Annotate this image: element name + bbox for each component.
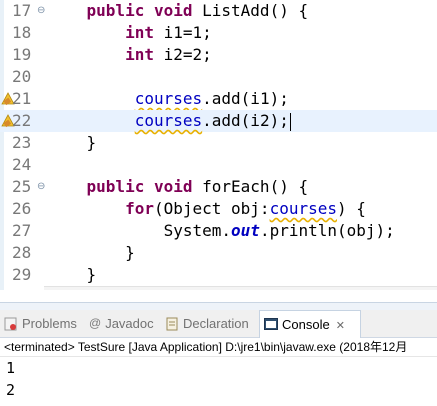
code-token: (Object obj: (153, 199, 270, 218)
code-token: System. (163, 221, 232, 240)
code-text: courses.add(i2); (48, 110, 291, 132)
code-token: .println(obj); (259, 221, 395, 240)
code-editor[interactable]: 17 ⊖ public void ListAdd() {18 int i1=1; 1… (0, 0, 437, 290)
line-number: 28 (12, 243, 32, 262)
line-number: 27 (12, 221, 32, 240)
code-token: i1=1; (153, 23, 212, 42)
javadoc-icon: @ (89, 316, 102, 331)
code-line[interactable]: 28 } (0, 242, 437, 264)
horizontal-scrollbar[interactable]: < (44, 286, 437, 290)
code-line[interactable]: 24 (0, 154, 437, 176)
scroll-left-arrow-icon[interactable]: < (50, 287, 56, 290)
code-line[interactable]: 29 } (0, 264, 437, 286)
tab-javadoc[interactable]: @ Javadoc (89, 310, 161, 337)
tab-label: Console (282, 317, 330, 332)
divider (0, 356, 437, 357)
declaration-icon (166, 317, 178, 331)
console-icon (264, 318, 278, 331)
console-output-line: 2 (6, 381, 16, 399)
code-line[interactable]: 20 (0, 66, 437, 88)
code-line[interactable]: 27 System.out.println(obj); (0, 220, 437, 242)
line-number: 19 (12, 45, 32, 64)
fold-collapse-icon[interactable]: ⊖ (37, 176, 45, 198)
code-text: int i1=1; (48, 22, 212, 44)
code-static-field: out (231, 221, 260, 240)
code-line[interactable]: 26 for(Object obj:courses) { (0, 198, 437, 220)
code-keyword: int (125, 45, 154, 64)
code-text: public void ListAdd() { (48, 0, 309, 22)
line-number: 21 (12, 89, 32, 108)
line-number: 29 (12, 265, 32, 284)
code-token: .add(i1); (202, 89, 289, 108)
code-text: for(Object obj:courses) { (48, 198, 366, 220)
code-line[interactable]: 22 courses.add(i2); (0, 110, 437, 132)
line-number: 20 (12, 67, 32, 86)
bottom-tab-bar: Problems @ Javadoc Declaration Console ✕ (0, 310, 437, 338)
console-view: <terminated> TestSure [Java Application]… (0, 338, 437, 406)
code-keyword: void (153, 1, 193, 20)
console-output-line: 1 (6, 359, 16, 377)
line-number: 25 (12, 177, 32, 196)
code-line[interactable]: 17 ⊖ public void ListAdd() { (0, 0, 437, 22)
line-number: 24 (12, 155, 32, 174)
line-number: 17 (12, 1, 32, 20)
code-text: int i2=2; (48, 44, 212, 66)
code-text: courses.add(i1); (48, 88, 289, 110)
line-number: 22 (12, 111, 32, 130)
code-token: forEach() { (192, 177, 309, 196)
fold-collapse-icon[interactable]: ⊖ (37, 0, 45, 22)
code-line[interactable]: 25 ⊖ public void forEach() { (0, 176, 437, 198)
code-text: } (48, 242, 135, 264)
code-line[interactable]: 21 courses.add(i1); (0, 88, 437, 110)
tab-label: Problems (22, 316, 77, 331)
code-token: } (125, 243, 135, 262)
code-text: System.out.println(obj); (48, 220, 395, 242)
code-keyword: for (125, 199, 154, 218)
tab-declaration[interactable]: Declaration (166, 310, 258, 337)
code-text: } (48, 264, 97, 286)
code-line[interactable]: 23 } (0, 132, 437, 154)
code-text: } (48, 132, 97, 154)
tab-console[interactable]: Console ✕ (259, 310, 361, 338)
code-token: i2=2; (153, 45, 212, 64)
code-text: public void forEach() { (48, 176, 309, 198)
code-token: ) { (337, 199, 366, 218)
code-line[interactable]: 18 int i1=1; (0, 22, 437, 44)
line-number: 26 (12, 199, 32, 218)
code-keyword: int (125, 23, 154, 42)
tab-label: Declaration (183, 316, 249, 331)
console-status: <terminated> TestSure [Java Application]… (4, 340, 408, 354)
code-keyword: public (86, 1, 145, 20)
close-icon[interactable]: ✕ (336, 320, 345, 332)
code-token: } (86, 265, 97, 284)
code-keyword: void (153, 177, 193, 196)
line-number: 18 (12, 23, 32, 42)
problems-icon (4, 317, 17, 331)
code-token: } (86, 133, 97, 152)
code-keyword: public (86, 177, 145, 196)
code-line[interactable]: 19 int i2=2; (0, 44, 437, 66)
code-identifier-warning: courses (269, 199, 337, 218)
text-caret (289, 112, 291, 131)
code-identifier-warning: courses (134, 89, 203, 108)
tab-problems[interactable]: Problems (4, 310, 84, 337)
line-number: 23 (12, 133, 32, 152)
code-identifier-warning: courses (134, 111, 203, 130)
tab-label: Javadoc (105, 316, 154, 331)
code-token: ListAdd() { (192, 1, 309, 20)
code-token: .add(i2); (202, 111, 289, 130)
